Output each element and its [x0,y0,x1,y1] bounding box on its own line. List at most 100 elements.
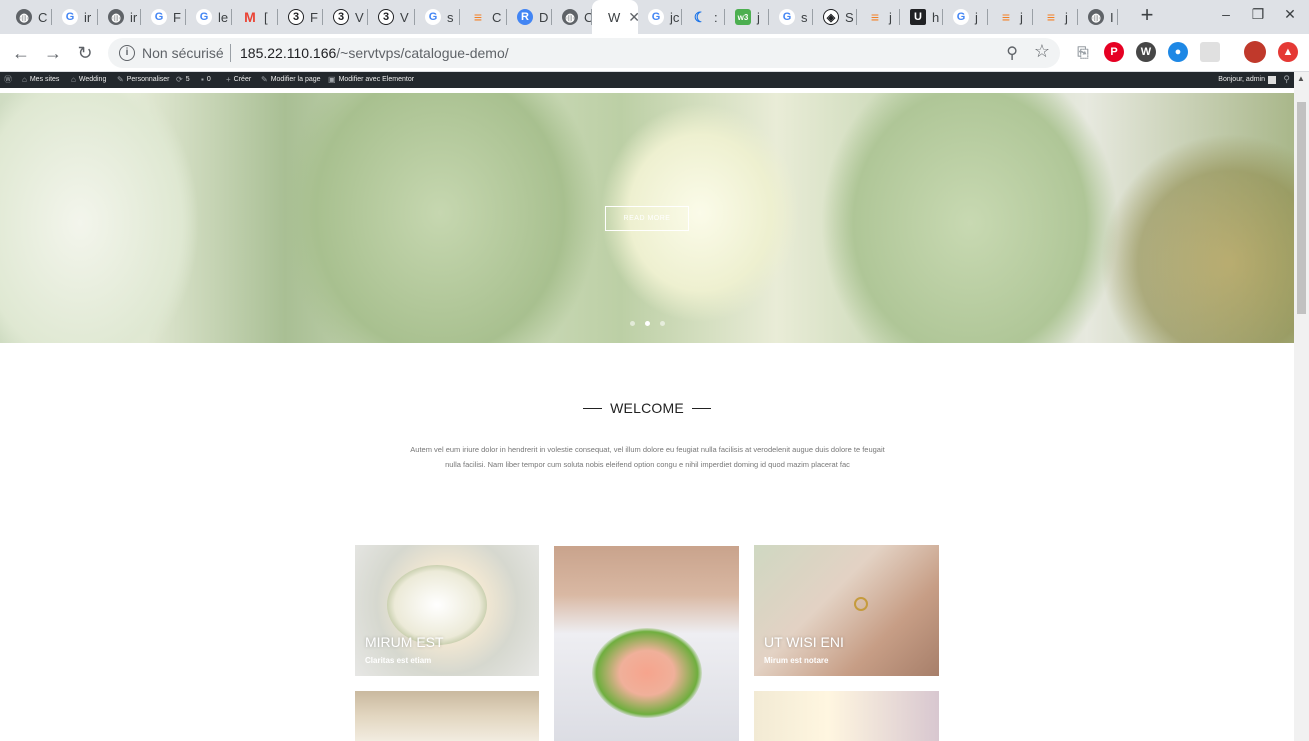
slider-dot-2[interactable] [645,321,650,326]
security-label: Non sécurisé [142,45,224,61]
codepen-icon: ◈ [823,9,839,25]
close-window-button[interactable]: ✕ [1280,6,1300,23]
scroll-up-arrow[interactable]: ▲ [1297,74,1305,83]
tab-22[interactable]: Gj [943,0,988,34]
welcome-text: Autem vel eum iriure dolor in hendrerit … [410,445,885,469]
tab-25[interactable]: ◍ I [1078,0,1118,34]
card-subtitle: Mirum est notare [764,656,829,665]
tab-24[interactable]: ≡ j [1033,0,1078,34]
search-icon[interactable]: ⚲ [1283,74,1290,85]
tab-10[interactable]: Gs [415,0,460,34]
tab-title: I [1110,9,1114,25]
slider-dot-3[interactable] [660,321,665,326]
omnibox-separator [230,44,231,62]
scroll-thumb[interactable] [1297,102,1306,314]
tab-title: C [492,9,502,25]
admin-bar-edit-page[interactable]: ✎ Modifier la page [261,72,321,88]
tab-title: ir [84,9,92,25]
admin-bar-customize[interactable]: ✎ Personnaliser [117,72,170,88]
tab-11[interactable]: ≡ C [460,0,507,34]
new-tab-button[interactable]: + [1136,4,1158,27]
tab-6[interactable]: M[ [232,0,278,34]
tab-20[interactable]: ≡ j [857,0,900,34]
tab-5[interactable]: Gle [186,0,232,34]
slider-dot-1[interactable] [630,321,635,326]
tab-title: V [400,9,409,25]
tab-15[interactable]: Gjc [638,0,682,34]
url-host: 185.22.110.166 [240,45,337,61]
google-icon: G [953,9,969,25]
admin-bar-elementor[interactable]: ▣ Modifier avec Elementor [328,72,414,88]
tab-14[interactable]: W ✕ [592,0,638,34]
tab-21[interactable]: Uh [900,0,943,34]
updates-icon: ⟳ [176,75,183,84]
new-label: Créer [233,76,252,83]
pinterest-icon[interactable]: P [1104,42,1124,62]
google-icon: G [62,9,78,25]
zoom-icon[interactable]: ⚲ [1006,43,1018,63]
admin-bar-comments[interactable]: ▪ 0 [201,72,211,88]
page-scrollbar[interactable]: ▲ [1294,72,1309,741]
admin-bar-account[interactable]: Bonjour, admin [1218,72,1276,88]
tab-title: j [757,9,760,25]
wordpress-icon[interactable]: W [1136,42,1156,62]
admin-bar-new[interactable]: + Créer [226,72,251,88]
admin-bar-my-sites[interactable]: ⌂ Mes sites [22,72,59,88]
comment-icon: ▪ [201,75,204,84]
stackoverflow-icon: ≡ [1046,9,1056,25]
gallery-card-5[interactable] [754,691,939,741]
close-tab-icon[interactable]: ✕ [628,9,638,26]
admin-bar-updates[interactable]: ⟳ 5 [176,72,190,88]
google-icon: G [648,9,664,25]
profile-avatar[interactable] [1244,41,1266,63]
tab-7[interactable]: 3F [278,0,323,34]
tab-title: W [608,9,621,25]
upload-extension-icon[interactable]: ▲ [1278,42,1298,62]
minimize-button[interactable]: – [1216,6,1236,22]
tab-17[interactable]: w3 j [725,0,769,34]
wp-logo-icon[interactable]: Ⓦ [4,72,12,88]
tab-2[interactable]: Gir [52,0,98,34]
tab-title: S [845,9,854,25]
globe-extension-icon[interactable]: ● [1168,42,1188,62]
tab-13[interactable]: ◍ C [552,0,592,34]
forward-button[interactable]: → [42,42,64,64]
gallery-card-bouquet[interactable]: MIRUM EST Claritas est etiam [355,545,539,676]
reload-button[interactable]: ↻ [74,42,96,64]
tab-16[interactable]: ☾: [682,0,725,34]
tab-1[interactable]: ◍ C [6,0,52,34]
comments-count: 0 [206,76,211,83]
admin-bar-site[interactable]: ⌂ Wedding [71,72,106,88]
tab-title: F [173,9,181,25]
plus-icon: + [226,75,231,84]
address-bar[interactable]: i Non sécurisé 185.22.110.166/~servtvps/… [108,38,1060,68]
gallery-card-4[interactable] [355,691,539,741]
tab-3[interactable]: ◍ ir [98,0,141,34]
tab-19[interactable]: ◈ S [813,0,857,34]
gallery-card-bride[interactable] [554,546,739,741]
tab-23[interactable]: ≡ j [988,0,1033,34]
tab-9[interactable]: 3V [368,0,415,34]
read-more-button[interactable]: READ MORE [605,206,689,231]
bookmark-star-icon[interactable]: ☆ [1034,41,1050,62]
tab-8[interactable]: 3V [323,0,368,34]
info-icon[interactable]: i [119,45,135,61]
google-icon: G [425,9,441,25]
extension-grey-icon[interactable] [1200,42,1220,62]
url-text[interactable]: 185.22.110.166/~servtvps/catalogue-demo/ [240,45,509,61]
customize-label: Personnaliser [126,76,170,83]
hero-drape-right [820,93,1120,343]
tab-4[interactable]: GF [141,0,186,34]
maximize-button[interactable]: ❐ [1248,6,1268,23]
tab-12[interactable]: RD [507,0,552,34]
gallery-card-rings[interactable]: UT WISI ENI Mirum est notare [754,545,939,676]
tab-strip: ◍ C Gir ◍ ir G F Gle M[3 F 3 V 3 V Gs ≡ C R D ◍ C W ✕ Gjc ☾: w3 j G… [0,0,1309,34]
card-subtitle: Claritas est etiam [365,656,432,665]
tab-title: h [932,9,940,25]
extension-clipboard-icon[interactable]: ⎘ [1073,42,1093,62]
tab-title: ir [130,9,138,25]
back-button[interactable]: ← [10,42,32,64]
tab-18[interactable]: Gs [769,0,813,34]
elementor-label: Modifier avec Elementor [338,76,415,83]
tab-title: jc [670,9,680,25]
